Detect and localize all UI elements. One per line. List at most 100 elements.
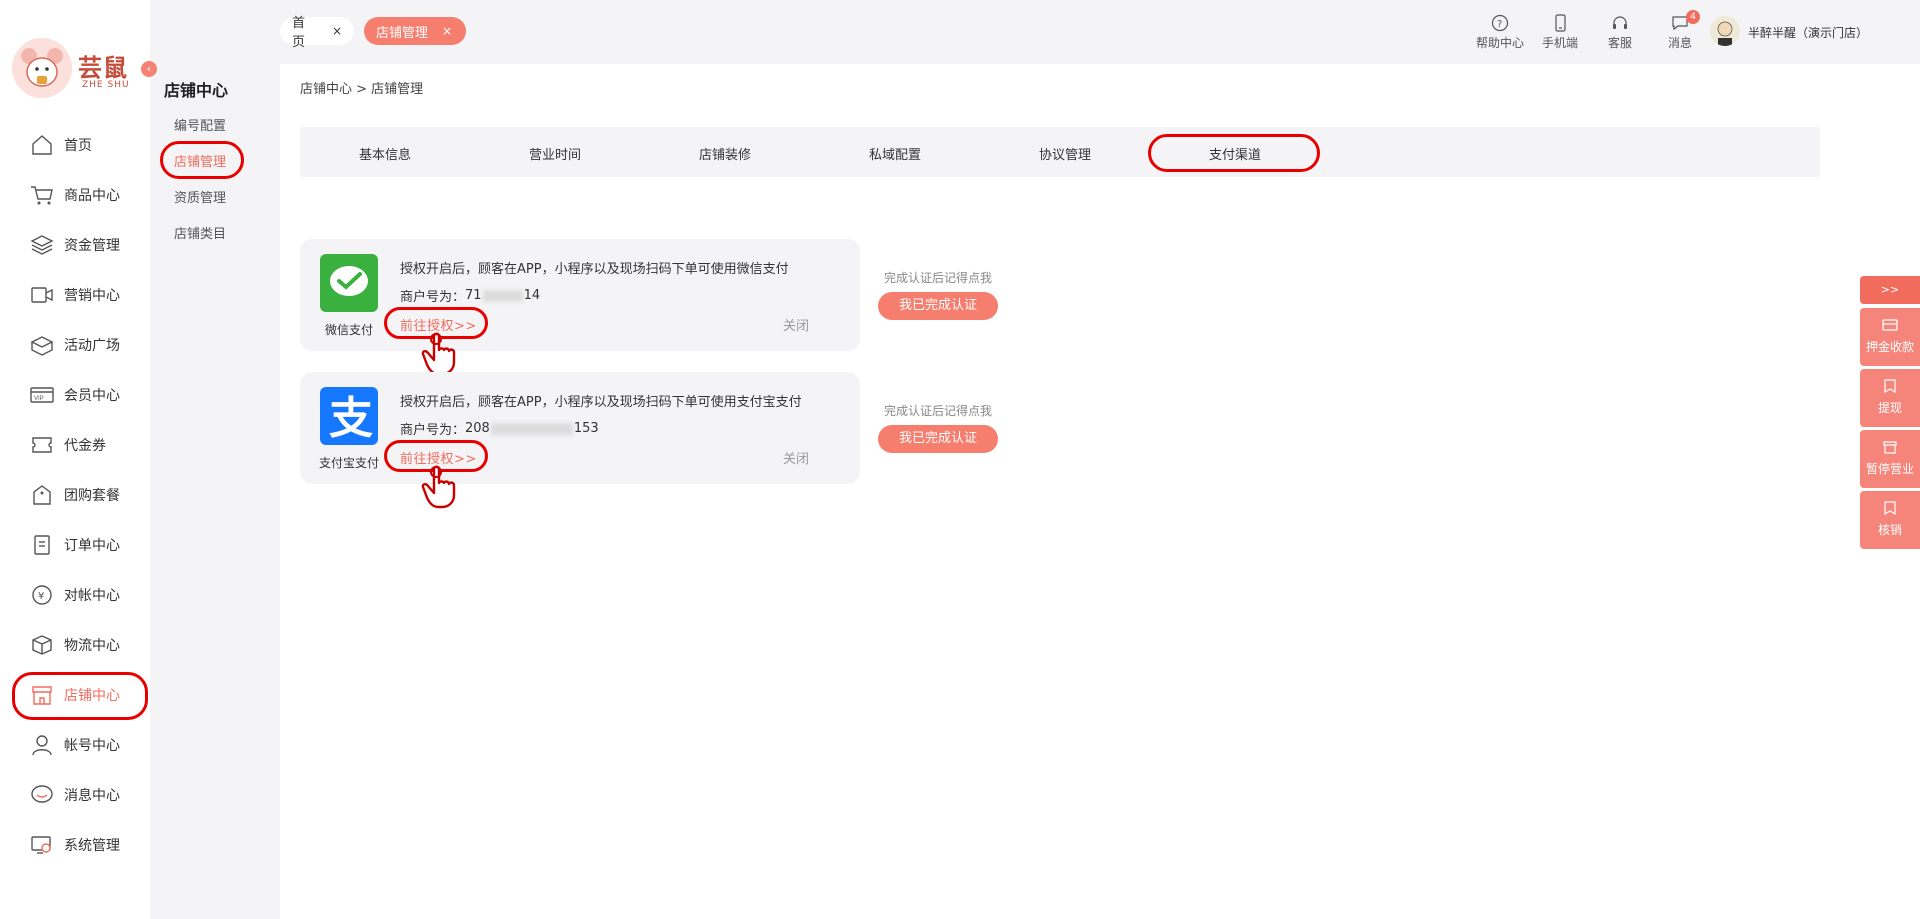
sidebar-item-reconcile[interactable]: ¥ 对帐中心 [0,570,150,618]
tool-label: 手机端 [1541,36,1578,50]
sidebar-item-message[interactable]: 消息中心 [0,770,150,818]
sidebar-item-account[interactable]: 帐号中心 [0,720,150,768]
wechat-pay-card: 微信支付 授权开启后，顾客在APP，小程序以及现场扫码下单可使用微信支付 商户号… [300,239,860,376]
tool-label: 暂停营业 [1865,462,1914,476]
close-icon[interactable]: × [332,24,342,38]
channel-description: 授权开启后，顾客在APP，小程序以及现场扫码下单可使用微信支付 [400,262,789,277]
withdraw-icon [1882,379,1898,394]
help-center-button[interactable]: ? 帮助中心 [1470,14,1530,51]
settings-monitor-icon [30,834,54,856]
tab-label: 店铺管理 [376,25,429,41]
verify-button[interactable]: 核销 [1860,491,1920,549]
tab-basic-info[interactable]: 基本信息 [320,144,450,163]
submenu-item-numbering[interactable]: 编号配置 [174,115,226,134]
sidebar: 芸鼠 ZHE SHU ‹ 首页 商品中心 资金管理 营销中心 活动广场 VIP … [0,0,157,919]
sidebar-item-activity[interactable]: 活动广场 [0,320,150,368]
sidebar-item-label: 首页 [64,138,92,154]
pointer-hand-icon [420,465,460,509]
collapse-sidebar-button[interactable]: ‹ [141,61,157,77]
close-channel-button[interactable]: 关闭 [783,315,809,334]
mobile-button[interactable]: 手机端 [1530,14,1590,51]
document-icon [30,534,54,556]
box-icon [30,334,54,356]
merchant-prefix: 208 [465,421,490,436]
tab-store-manage[interactable]: 店铺管理 × [364,17,466,45]
sidebar-item-goods[interactable]: 商品中心 [0,170,150,218]
svg-text:¥: ¥ [38,591,44,602]
sidebar-item-funds[interactable]: 资金管理 [0,220,150,268]
sidebar-item-label: 系统管理 [64,838,120,854]
sidebar-item-groupbuy[interactable]: 团购套餐 [0,470,150,518]
sidebar-item-member[interactable]: VIP 会员中心 [0,370,150,418]
svg-text:支: 支 [329,393,373,444]
tab-payment-channel[interactable]: 支付渠道 [1170,144,1300,163]
deposit-icon [1882,318,1898,332]
topbar: 首页 × 店铺管理 × ? 帮助中心 手机端 客服 4 消息 半醉半醒（演示门店… [280,0,1920,64]
sidebar-item-system[interactable]: 系统管理 [0,820,150,868]
floating-toolbar: >> 押金收款 提现 暂停营业 核销 [1860,276,1920,552]
brand-logo[interactable]: 芸鼠 ZHE SHU [12,38,152,104]
sidebar-item-label: 代金券 [64,438,106,454]
sidebar-item-label: 会员中心 [64,388,120,404]
sidebar-item-home[interactable]: 首页 [0,120,150,168]
tab-store-decoration[interactable]: 店铺装修 [660,144,790,163]
wechat-pay-icon [320,254,378,312]
messages-button[interactable]: 4 消息 [1650,10,1710,51]
sidebar-item-marketing[interactable]: 营销中心 [0,270,150,318]
brand-subtitle: ZHE SHU [82,80,130,90]
merchant-label: 商户号为： [400,290,466,305]
tool-label: 押金收款 [1865,340,1914,354]
merchant-suffix: 153 [573,421,599,436]
masked-digits [482,289,523,302]
deposit-collection-button[interactable]: 押金收款 [1860,308,1920,366]
merchant-number: 商户号为： 71 14 [400,286,540,305]
tab-home[interactable]: 首页 × [280,16,354,50]
confirm-tip: 完成认证后记得点我 [883,271,992,285]
close-icon[interactable]: × [442,24,452,38]
tab-agreement[interactable]: 协议管理 [1000,144,1130,163]
wechat-confirm-area: 完成认证后记得点我 我已完成认证 [878,269,998,320]
sidebar-item-order[interactable]: 订单中心 [0,520,150,568]
submenu-item-store-manage[interactable]: 店铺管理 [174,151,226,170]
submenu: 店铺中心 编号配置 店铺管理 资质管理 店铺类目 [150,0,280,919]
close-channel-button[interactable]: 关闭 [783,448,809,467]
channel-name: 微信支付 [324,323,373,337]
tool-label: 帮助中心 [1475,36,1524,50]
channel-description: 授权开启后，顾客在APP，小程序以及现场扫码下单可使用支付宝支付 [400,395,802,410]
chevron-left-icon: ‹ [146,62,152,75]
submenu-item-category[interactable]: 店铺类目 [174,223,226,242]
sidebar-item-logistics[interactable]: 物流中心 [0,620,150,668]
alipay-icon: 支 [320,387,378,445]
tab-business-hours[interactable]: 营业时间 [490,144,620,163]
confirm-auth-button[interactable]: 我已完成认证 [878,292,998,320]
sidebar-item-label: 资金管理 [64,238,120,254]
merchant-prefix: 71 [465,288,482,303]
confirm-auth-button[interactable]: 我已完成认证 [878,425,998,453]
withdraw-button[interactable]: 提现 [1860,369,1920,427]
sidebar-item-label: 物流中心 [64,638,120,654]
alipay-confirm-area: 完成认证后记得点我 我已完成认证 [878,402,998,453]
help-icon: ? [1491,14,1509,32]
expand-toolbar-button[interactable]: >> [1860,276,1920,304]
user-name[interactable]: 半醉半醒（演示门店） [1748,24,1868,41]
confirm-tip: 完成认证后记得点我 [883,404,992,418]
submenu-item-qualification[interactable]: 资质管理 [174,187,226,206]
tool-label: 客服 [1607,36,1632,50]
pointer-hand-icon [420,332,460,376]
sidebar-item-label: 营销中心 [64,288,120,304]
tag-icon [30,484,54,506]
pause-business-button[interactable]: 暂停营业 [1860,430,1920,488]
tab-private-domain[interactable]: 私域配置 [830,144,960,163]
main-content: 店铺中心 > 店铺管理 基本信息 营业时间 店铺装修 私域配置 协议管理 支付渠… [280,64,1920,919]
sidebar-item-label: 店铺中心 [64,688,120,704]
customer-service-button[interactable]: 客服 [1590,14,1650,51]
sidebar-item-store[interactable]: 店铺中心 [0,670,150,718]
tool-label: 消息 [1667,36,1692,50]
sidebar-item-voucher[interactable]: 代金券 [0,420,150,468]
sidebar-item-label: 订单中心 [64,538,120,554]
svg-text:?: ? [1497,19,1502,30]
yuan-icon: ¥ [30,584,54,606]
avatar[interactable] [1710,16,1740,46]
store-tabs: 基本信息 营业时间 店铺装修 私域配置 协议管理 支付渠道 [300,127,1820,177]
ticket-icon [30,434,54,456]
